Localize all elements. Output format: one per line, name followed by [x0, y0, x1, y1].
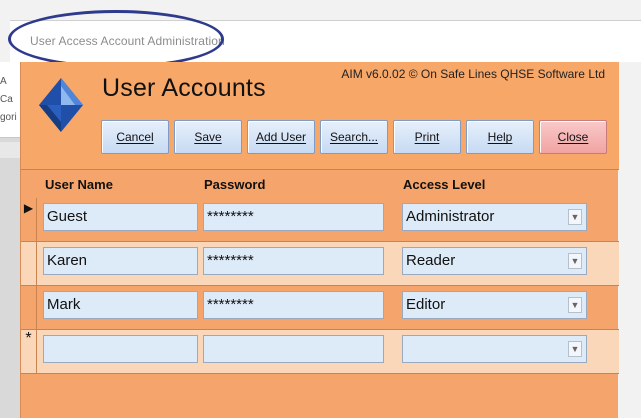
print-button[interactable]: Print [393, 120, 461, 154]
aim-logo-icon [39, 78, 83, 132]
table-row[interactable]: Mark ******** Editor ▼ [21, 286, 619, 330]
access-level-combo[interactable]: Reader ▼ [402, 247, 587, 275]
add-user-button[interactable]: Add User [247, 120, 315, 154]
chevron-down-icon[interactable]: ▼ [568, 297, 582, 313]
password-field[interactable]: ******** [203, 203, 384, 231]
window-title: User Access Account Administration [30, 34, 225, 48]
help-button-label: Help [487, 130, 513, 144]
help-button[interactable]: Help [466, 120, 534, 154]
access-level-value: Reader [406, 252, 456, 269]
column-header-access-level: Access Level [403, 177, 486, 192]
access-level-combo[interactable]: Editor ▼ [402, 291, 587, 319]
chevron-down-icon[interactable]: ▼ [568, 209, 582, 225]
access-level-combo[interactable]: Administrator ▼ [402, 203, 587, 231]
password-field[interactable]: ******** [203, 291, 384, 319]
access-level-combo[interactable]: ▼ [402, 335, 587, 363]
cancel-button-label: Cancel [116, 130, 154, 144]
user-name-field[interactable]: Mark [43, 291, 198, 319]
row-selector[interactable] [21, 286, 37, 330]
column-header-user-name: User Name [45, 177, 113, 192]
form-header: User Accounts AIM v6.0.02 © On Safe Line… [21, 62, 619, 170]
title-bar[interactable]: User Access Account Administration [10, 20, 641, 62]
access-level-value: Editor [406, 296, 446, 313]
cancel-button[interactable]: Cancel [101, 120, 169, 154]
row-selector[interactable]: ▶ [21, 198, 37, 242]
row-selector[interactable] [21, 242, 37, 286]
form-heading: User Accounts [102, 74, 266, 102]
close-button[interactable]: Close [539, 120, 607, 154]
user-accounts-window: User Access Account Administration User … [0, 0, 641, 418]
table-row[interactable]: ▶ Guest ******** Administrator ▼ [21, 198, 619, 242]
user-name-field[interactable]: Karen [43, 247, 198, 275]
password-field[interactable] [203, 335, 384, 363]
table-row-new[interactable]: * ▼ [21, 330, 619, 374]
version-label: AIM v6.0.02 © On Safe Lines QHSE Softwar… [341, 67, 605, 81]
password-field[interactable]: ******** [203, 247, 384, 275]
row-selector[interactable]: * [21, 330, 37, 374]
save-button[interactable]: Save [174, 120, 242, 154]
user-name-field[interactable]: Guest [43, 203, 198, 231]
add-user-button-label: Add User [255, 130, 307, 144]
table-row[interactable]: Karen ******** Reader ▼ [21, 242, 619, 286]
user-name-field[interactable] [43, 335, 198, 363]
column-header-password: Password [204, 177, 266, 192]
search-button-label: Search... [329, 130, 379, 144]
chevron-down-icon[interactable]: ▼ [568, 253, 582, 269]
save-button-label: Save [194, 130, 222, 144]
user-accounts-form: User Accounts AIM v6.0.02 © On Safe Line… [20, 62, 619, 418]
close-button-label: Close [557, 130, 589, 144]
search-button[interactable]: Search... [320, 120, 388, 154]
access-level-value: Administrator [406, 208, 495, 225]
chevron-down-icon[interactable]: ▼ [568, 341, 582, 357]
print-button-label: Print [414, 130, 440, 144]
